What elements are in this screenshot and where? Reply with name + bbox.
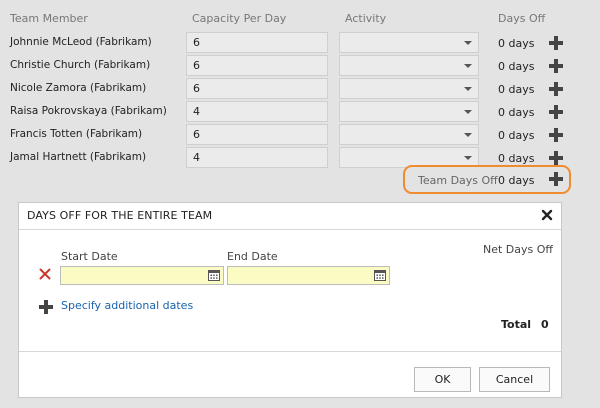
- days-off-value: 0 days: [498, 83, 535, 96]
- team-member-name: Johnnie McLeod (Fabrikam): [10, 36, 152, 48]
- chevron-down-icon: [464, 156, 472, 160]
- total-value: 0: [541, 318, 549, 331]
- plus-icon[interactable]: [549, 128, 563, 142]
- plus-icon[interactable]: [549, 172, 563, 186]
- dialog-title-divider: [19, 229, 561, 230]
- end-date-input[interactable]: [227, 266, 390, 285]
- total-label: Total: [501, 318, 532, 331]
- calendar-icon[interactable]: [374, 269, 386, 284]
- dialog-footer-divider: [19, 351, 561, 352]
- capacity-input[interactable]: 6: [186, 55, 328, 76]
- days-off-value: 0 days: [498, 106, 535, 119]
- chevron-down-icon: [464, 64, 472, 68]
- team-member-name: Raisa Pokrovskaya (Fabrikam): [10, 105, 167, 117]
- chevron-down-icon: [464, 87, 472, 91]
- activity-select[interactable]: [339, 32, 479, 53]
- days-off-value: 0 days: [498, 37, 535, 50]
- team-member-name: Francis Totten (Fabrikam): [10, 128, 143, 140]
- remove-icon[interactable]: [39, 268, 51, 280]
- net-days-off-label: Net Days Off: [483, 243, 553, 256]
- activity-select[interactable]: [339, 124, 479, 145]
- specify-additional-dates-link[interactable]: Specify additional dates: [61, 299, 193, 312]
- capacity-input[interactable]: 6: [186, 78, 328, 99]
- plus-icon[interactable]: [549, 82, 563, 96]
- team-member-name: Nicole Zamora (Fabrikam): [10, 82, 147, 94]
- activity-select[interactable]: [339, 78, 479, 99]
- header-days-off: Days Off: [498, 12, 546, 25]
- ok-button[interactable]: OK: [414, 367, 471, 392]
- close-icon[interactable]: [541, 209, 553, 221]
- chevron-down-icon: [464, 110, 472, 114]
- activity-select[interactable]: [339, 101, 479, 122]
- chevron-down-icon: [464, 41, 472, 45]
- activity-select[interactable]: [339, 55, 479, 76]
- plus-icon[interactable]: [549, 105, 563, 119]
- header-activity: Activity: [345, 12, 387, 25]
- dialog-title: DAYS OFF FOR THE ENTIRE TEAM: [27, 209, 213, 222]
- calendar-icon[interactable]: [208, 269, 220, 284]
- team-days-off-dialog: DAYS OFF FOR THE ENTIRE TEAM Start Date …: [18, 202, 562, 398]
- header-team-member: Team Member: [10, 12, 88, 25]
- start-date-input[interactable]: [60, 266, 224, 285]
- team-member-name: Christie Church (Fabrikam): [10, 59, 151, 71]
- chevron-down-icon: [464, 133, 472, 137]
- start-date-label: Start Date: [61, 250, 118, 263]
- days-off-value: 0 days: [498, 60, 535, 73]
- plus-icon[interactable]: [549, 59, 563, 73]
- capacity-input[interactable]: 6: [186, 124, 328, 145]
- cancel-button[interactable]: Cancel: [479, 367, 550, 392]
- plus-icon[interactable]: [549, 151, 563, 165]
- team-days-off-label: Team Days Off: [418, 174, 498, 187]
- header-capacity-per-day: Capacity Per Day: [192, 12, 287, 25]
- capacity-input[interactable]: 6: [186, 32, 328, 53]
- team-days-off-value: 0 days: [498, 174, 535, 187]
- days-off-value: 0 days: [498, 129, 535, 142]
- capacity-input[interactable]: 4: [186, 147, 328, 168]
- days-off-value: 0 days: [498, 152, 535, 165]
- plus-icon[interactable]: [549, 36, 563, 50]
- plus-icon[interactable]: [39, 300, 53, 314]
- capacity-input[interactable]: 4: [186, 101, 328, 122]
- team-member-name: Jamal Hartnett (Fabrikam): [10, 151, 147, 163]
- end-date-label: End Date: [227, 250, 278, 263]
